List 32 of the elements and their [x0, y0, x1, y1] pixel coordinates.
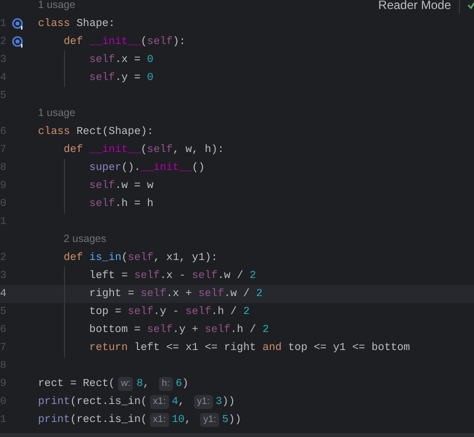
code-text: rect = Rect( w: 8, h: 6)	[38, 376, 188, 392]
code-text: def is_in(self, x1, y1):	[64, 250, 218, 266]
code-text: super().__init__()	[89, 160, 205, 176]
inlay-hint: x1:	[150, 412, 169, 427]
code-text: bottom = self.y + self.h / 2	[89, 322, 269, 338]
reader-mode-label[interactable]: Reader Mode	[378, 0, 451, 14]
usage-hint[interactable]: 2 usages	[64, 232, 106, 248]
usage-hint[interactable]: 1 usage	[38, 106, 76, 122]
override-marker-icon[interactable]	[12, 36, 24, 48]
override-marker-icon[interactable]	[12, 18, 24, 30]
code-text: left = self.x - self.w / 2	[89, 268, 256, 284]
check-icon[interactable]	[468, 0, 474, 10]
inlay-hint: y1:	[200, 412, 220, 427]
code-text: self.x = 0	[89, 52, 154, 68]
code-text: class Shape:	[38, 16, 115, 32]
code-text: self.h = h	[89, 196, 154, 212]
code-text: self.y = 0	[89, 70, 154, 86]
inlay-hint: w:	[118, 376, 134, 391]
code-text: class Rect(Shape):	[38, 124, 154, 140]
code-text: def __init__(self):	[64, 34, 186, 50]
code-text: self.w = w	[89, 178, 154, 194]
inlay-hint: y1:	[194, 394, 213, 409]
inlay-hint: h:	[158, 376, 173, 391]
inlay-hint: x1:	[150, 394, 169, 409]
code-text: right = self.x + self.w / 2	[89, 286, 262, 302]
code-text: top = self.y - self.h / 2	[89, 304, 250, 320]
code-text: def __init__(self, w, h):	[64, 142, 224, 158]
line-number: 4	[0, 286, 8, 302]
code-text: return left <= x1 <= right and top <= y1 <= bottom	[89, 340, 410, 356]
usage-hint[interactable]: 1 usage	[38, 0, 76, 14]
code-text: print(rect.is_in( x1: 4, y1: 3))	[38, 394, 235, 410]
code-text: print(rect.is_in( x1: 10, y1: 5))	[38, 412, 242, 428]
